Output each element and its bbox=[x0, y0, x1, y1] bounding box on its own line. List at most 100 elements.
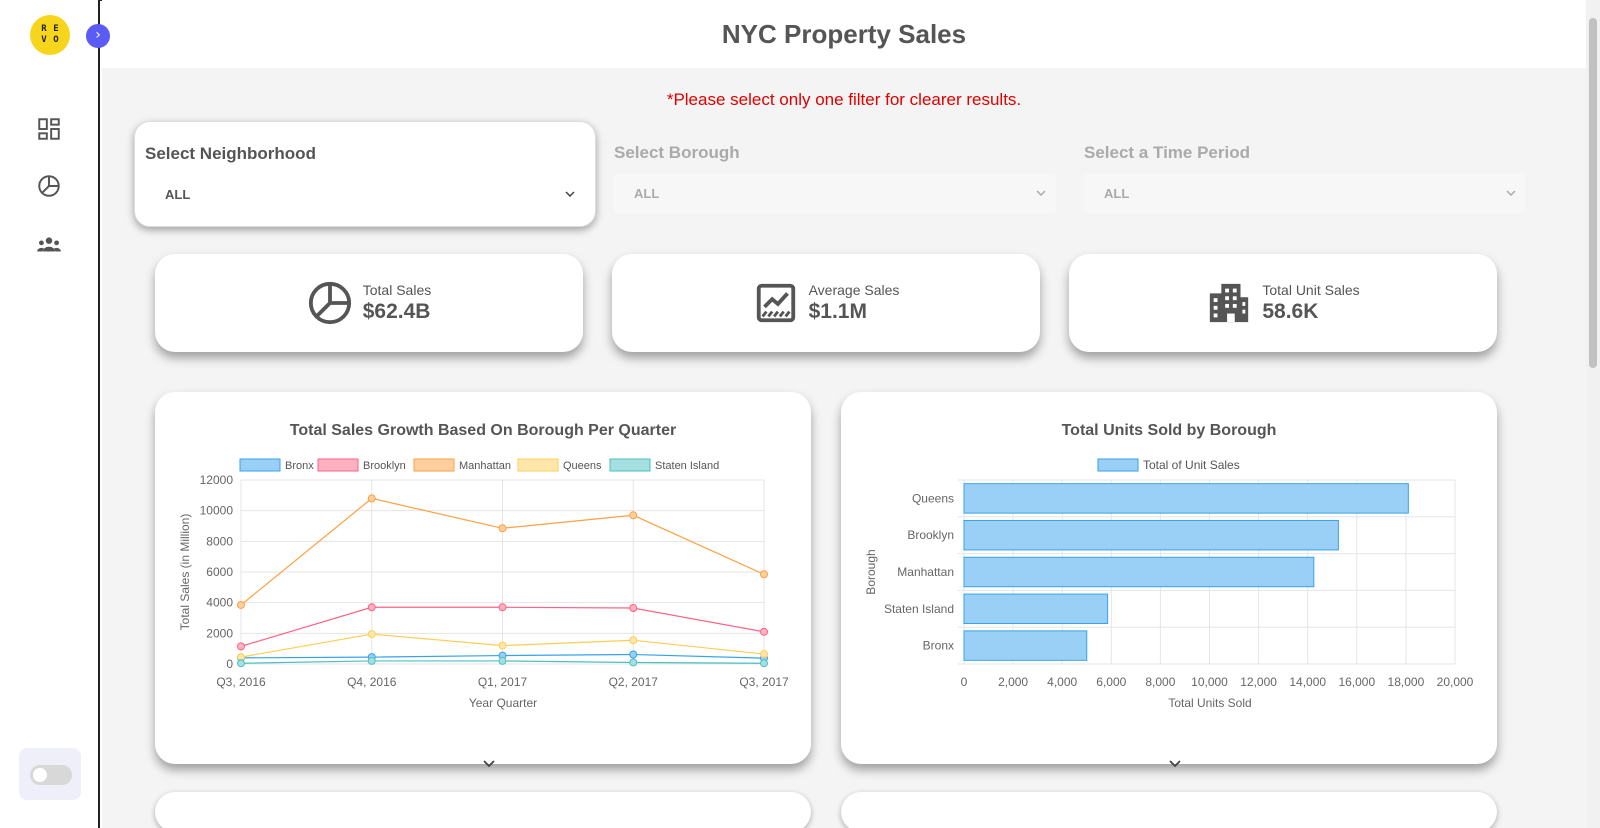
sales-growth-chart-card: Total Sales Growth Based On Borough Per … bbox=[155, 392, 811, 768]
kpi-average-sales: Average Sales $1.1M bbox=[612, 254, 1040, 352]
data-point bbox=[629, 636, 638, 645]
logo-letter: E bbox=[53, 24, 59, 34]
x-tick-label: 12,000 bbox=[1240, 675, 1277, 689]
neighborhood-select[interactable]: ALL bbox=[145, 174, 585, 214]
x-tick-label: Q2, 2017 bbox=[609, 675, 659, 689]
page-scrollbar[interactable] bbox=[1586, 0, 1600, 828]
kpi-total-sales: Total Sales $62.4B bbox=[155, 254, 583, 352]
theme-toggle[interactable] bbox=[30, 765, 72, 785]
theme-toggle-panel bbox=[19, 748, 81, 800]
kpi-label: Average Sales bbox=[808, 282, 900, 298]
y-axis-label: Total Sales (in Million) bbox=[178, 514, 192, 631]
data-point bbox=[629, 658, 638, 667]
team-icon[interactable] bbox=[36, 232, 62, 258]
sidebar: R E V O bbox=[0, 0, 100, 828]
sidebar-expand-button[interactable]: › bbox=[86, 24, 110, 48]
y-tick-label: Bronx bbox=[923, 639, 954, 653]
y-tick-label: Queens bbox=[912, 491, 954, 505]
select-value: ALL bbox=[1104, 185, 1130, 201]
filter-notice: *Please select only one filter for clear… bbox=[666, 90, 1022, 109]
legend-swatch bbox=[517, 458, 559, 472]
page-title: NYC Property Sales bbox=[721, 18, 967, 49]
dashboard-content: *Please select only one filter for clear… bbox=[102, 68, 1586, 828]
legend-label: Queens bbox=[563, 460, 602, 472]
y-tick-label: 12000 bbox=[200, 473, 234, 487]
header: NYC Property Sales bbox=[102, 0, 1586, 68]
bar bbox=[963, 519, 1339, 551]
kpi-value: $62.4B bbox=[362, 300, 431, 323]
logo-letter: V bbox=[41, 35, 47, 45]
x-tick-label: 2,000 bbox=[998, 675, 1028, 689]
time-period-select[interactable]: ALL bbox=[1084, 173, 1526, 213]
data-point bbox=[498, 656, 507, 665]
pie-chart-icon[interactable] bbox=[36, 173, 62, 199]
scrollbar-thumb[interactable] bbox=[1589, 18, 1597, 368]
x-axis-label: Year Quarter bbox=[469, 696, 537, 710]
logo-letter: O bbox=[53, 35, 59, 45]
bar bbox=[963, 556, 1315, 588]
chart-card-partial bbox=[841, 792, 1497, 828]
legend-swatch bbox=[1097, 458, 1139, 472]
y-tick-label: 0 bbox=[226, 657, 233, 671]
data-point bbox=[760, 570, 768, 579]
data-point bbox=[760, 627, 768, 636]
filter-label: Select Neighborhood bbox=[145, 144, 316, 163]
borough-select[interactable]: ALL bbox=[614, 173, 1056, 213]
kpi-total-unit-sales: Total Unit Sales 58.6K bbox=[1069, 254, 1497, 352]
legend-swatch bbox=[317, 458, 359, 472]
data-point bbox=[760, 650, 768, 659]
bar bbox=[963, 483, 1409, 514]
data-point bbox=[367, 656, 376, 665]
app-logo[interactable]: R E V O bbox=[30, 15, 70, 55]
legend-label: Total of Unit Sales bbox=[1143, 458, 1240, 472]
main-area: NYC Property Sales *Please select only o… bbox=[102, 0, 1586, 828]
legend-label: Manhattan bbox=[459, 460, 511, 472]
filter-label: Select a Time Period bbox=[1084, 143, 1250, 162]
chevron-down-icon bbox=[1169, 760, 1181, 768]
neighborhood-filter: Select Neighborhood ALL bbox=[134, 121, 596, 227]
x-tick-label: 10,000 bbox=[1191, 675, 1228, 689]
data-point bbox=[237, 642, 245, 651]
sales-growth-line-chart: Total Sales Growth Based On Borough Per … bbox=[178, 422, 789, 710]
legend-label: Brooklyn bbox=[363, 460, 406, 472]
x-tick-label: 20,000 bbox=[1437, 675, 1474, 689]
data-point bbox=[237, 600, 245, 609]
kpi-label: Total Sales bbox=[362, 282, 432, 298]
data-point bbox=[498, 641, 507, 650]
data-point bbox=[367, 630, 376, 639]
y-tick-label: 2000 bbox=[206, 626, 233, 640]
time-period-filter: Select a Time Period ALL bbox=[1074, 121, 1536, 227]
x-tick-label: 0 bbox=[961, 675, 968, 689]
data-point bbox=[629, 604, 638, 613]
y-axis-label: Borough bbox=[864, 549, 878, 594]
data-point bbox=[237, 659, 245, 668]
x-tick-label: Q3, 2016 bbox=[216, 675, 266, 689]
x-axis-label: Total Units Sold bbox=[1168, 696, 1251, 710]
toggle-knob bbox=[33, 768, 47, 782]
x-tick-label: 16,000 bbox=[1338, 675, 1375, 689]
trend-chart-icon bbox=[756, 283, 795, 323]
x-tick-label: 18,000 bbox=[1388, 675, 1425, 689]
chevron-down-icon bbox=[565, 191, 575, 197]
units-sold-chart-card: Total Units Sold by Borough Total of Unit… bbox=[841, 392, 1497, 768]
chart-card-partial bbox=[155, 792, 811, 828]
legend-swatch bbox=[239, 458, 281, 472]
pie-chart-icon bbox=[308, 281, 351, 325]
legend-label: Bronx bbox=[285, 460, 314, 472]
kpi-value: $1.1M bbox=[808, 300, 867, 323]
chevron-down-icon bbox=[1036, 190, 1046, 196]
kpi-label: Total Unit Sales bbox=[1262, 282, 1360, 298]
dashboard-icon[interactable] bbox=[36, 116, 62, 142]
legend-label: Staten Island bbox=[655, 460, 719, 472]
select-value: ALL bbox=[634, 185, 660, 201]
filter-label: Select Borough bbox=[614, 143, 740, 162]
legend-swatch bbox=[609, 458, 651, 472]
x-tick-label: Q3, 2017 bbox=[739, 675, 789, 689]
x-tick-label: 6,000 bbox=[1096, 675, 1126, 689]
data-point bbox=[760, 659, 768, 668]
units-sold-bar-chart: Total Units Sold by Borough Total of Unit… bbox=[864, 422, 1474, 710]
building-icon bbox=[1210, 283, 1249, 323]
y-tick-label: 6000 bbox=[206, 565, 233, 579]
chevron-down-icon bbox=[1506, 190, 1516, 196]
data-point bbox=[367, 603, 376, 612]
